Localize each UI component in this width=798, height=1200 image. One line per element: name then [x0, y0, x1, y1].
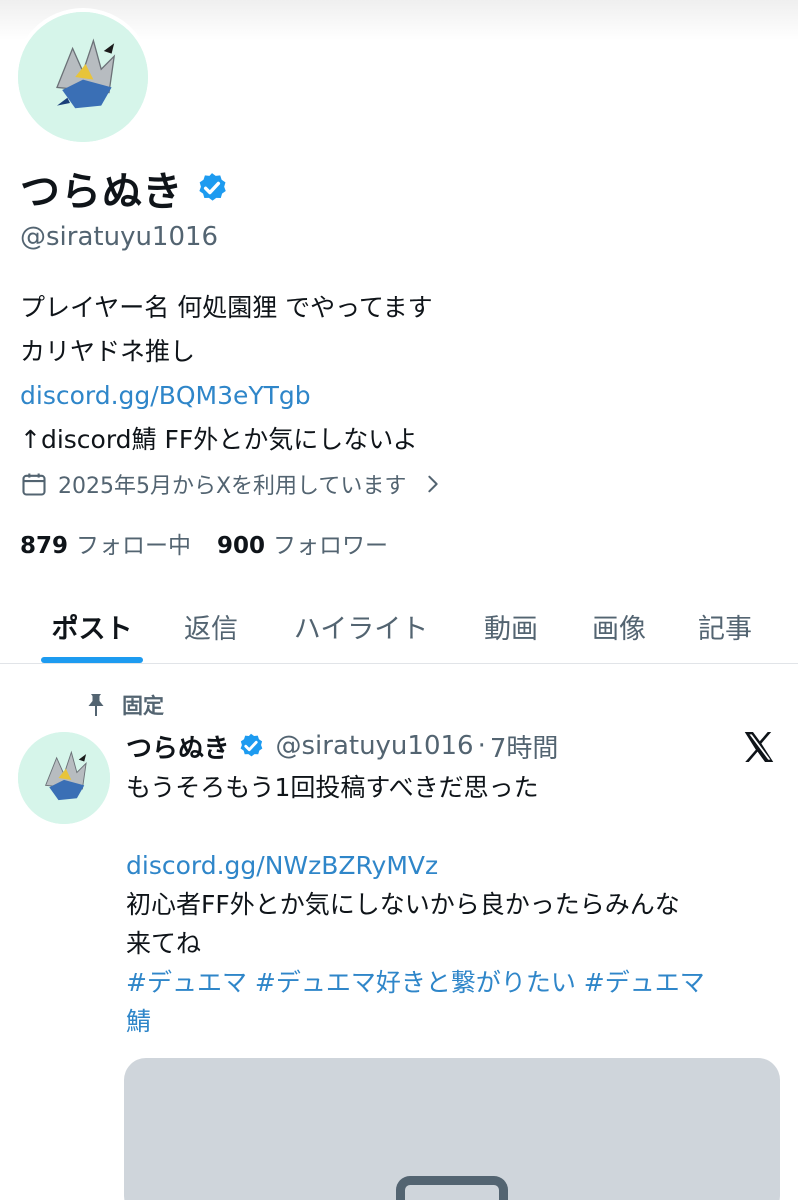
verified-badge-icon[interactable] [195, 171, 229, 205]
post-text: もうそろもう1回投稿すべきだ思った discord.gg/NWzBZRyMVz … [126, 768, 786, 1041]
calendar-icon [22, 473, 46, 496]
tab-replies[interactable]: 返信 [168, 588, 254, 664]
x-logo-icon[interactable] [740, 728, 778, 766]
post-text-line: 初心者FF外とか気にしないから良かったらみんな [126, 890, 680, 919]
followers-count: 900 [217, 533, 266, 559]
avatar-artwork [18, 732, 110, 824]
tab-articles[interactable]: 記事 [680, 588, 770, 664]
bio-line: プレイヤー名 何処園狸 でやってます [20, 293, 433, 322]
bio-line: ↑discord鯖 FF外とか気にしないよ [20, 425, 418, 454]
joined-date-text: 2025年5月からXを利用しています [58, 474, 407, 499]
profile-bio: プレイヤー名 何処園狸 でやってます カリヤドネ推し discord.gg/BQ… [20, 286, 433, 462]
post-hashtags[interactable]: #デュエマ #デュエマ好きと繋がりたい #デュエマ [126, 963, 786, 1002]
post-author-avatar[interactable] [18, 732, 110, 824]
tab-posts[interactable]: ポスト [22, 588, 162, 664]
followers-link[interactable]: 900 フォロワー [217, 526, 388, 560]
following-count: 879 [20, 533, 69, 559]
post-author-name[interactable]: つらぬき [126, 728, 229, 765]
following-label: フォロー中 [76, 533, 192, 559]
post-text-line: もうそろもう1回投稿すべきだ思った [126, 773, 539, 802]
post-timestamp[interactable]: 7時間 [490, 728, 559, 765]
display-name-row: つらぬき [20, 160, 229, 216]
followers-label: フォロワー [273, 533, 389, 559]
profile-tabs: ポスト 返信 ハイライト 動画 画像 記事 [0, 588, 798, 664]
post-discord-link[interactable]: discord.gg/NWzBZRyMVz [126, 846, 786, 885]
post-blank-line [126, 807, 786, 846]
post-separator: · [477, 731, 486, 761]
bio-line: カリヤドネ推し [20, 337, 196, 366]
post-hashtags[interactable]: 鯖 [126, 1002, 786, 1041]
image-placeholder-icon [396, 1176, 508, 1200]
tab-videos[interactable]: 動画 [466, 588, 556, 664]
profile-handle: @siratuyu1016 [20, 222, 219, 252]
tab-highlights[interactable]: ハイライト [276, 588, 446, 664]
display-name: つらぬき [20, 169, 184, 215]
tab-images[interactable]: 画像 [574, 588, 664, 664]
follow-stats: 879 フォロー中 900 フォロワー [20, 526, 388, 560]
chevron-right-icon [428, 475, 439, 493]
pinned-label: 固定 [122, 694, 164, 718]
post-media[interactable] [124, 1058, 780, 1200]
post-text-line: 来てね [126, 929, 202, 958]
bio-discord-link[interactable]: discord.gg/BQM3eYTgb [20, 374, 433, 418]
post-header: つらぬき @siratuyu1016 · 7時間 [126, 726, 558, 766]
verified-badge-icon [241, 733, 263, 757]
following-link[interactable]: 879 フォロー中 [20, 526, 191, 560]
pinned-label-row: 固定 [84, 690, 164, 720]
profile-avatar[interactable] [14, 8, 152, 146]
post-author-handle[interactable]: @siratuyu1016 [275, 731, 473, 761]
pin-icon [88, 694, 104, 716]
joined-date-row[interactable]: 2025年5月からXを利用しています [20, 468, 444, 500]
active-tab-indicator [41, 657, 143, 663]
avatar-artwork [18, 12, 148, 142]
